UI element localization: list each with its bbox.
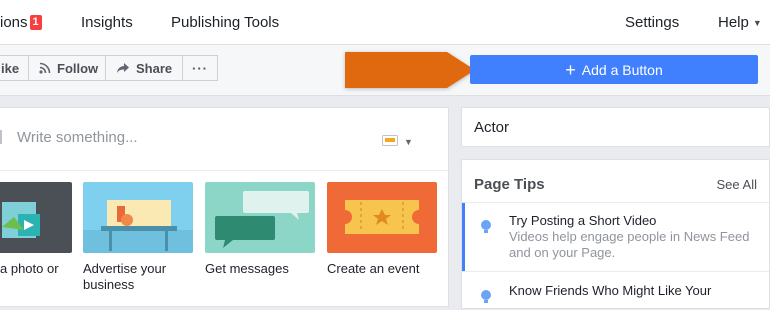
- more-options-button[interactable]: ···: [182, 55, 218, 81]
- see-all-link[interactable]: See All: [717, 177, 757, 192]
- share-button[interactable]: Share: [105, 55, 183, 81]
- event-tile-label: Create an event: [327, 261, 420, 276]
- lightbulb-icon: [480, 219, 492, 240]
- page-category[interactable]: Actor: [474, 119, 509, 136]
- messages-tile-label: Get messages: [205, 261, 289, 276]
- top-navigation: ions 1 Insights Publishing Tools Settings…: [0, 0, 770, 45]
- composer-divider: [0, 170, 449, 171]
- nav-help-label: Help: [718, 14, 749, 31]
- write-something-input[interactable]: Write something...: [17, 129, 138, 146]
- photo-tile[interactable]: [0, 182, 72, 253]
- audience-selector[interactable]: ▼: [382, 133, 413, 151]
- event-tile[interactable]: [327, 182, 437, 253]
- notification-badge: 1: [29, 15, 42, 30]
- nav-publishing-tools[interactable]: Publishing Tools: [171, 14, 279, 31]
- composer-edge: [0, 130, 2, 144]
- nav-notifications-label: ions: [0, 14, 28, 31]
- tip-body: Videos help engage people in News Feed a…: [509, 229, 750, 260]
- share-arrow-icon: [116, 62, 130, 74]
- follow-button[interactable]: Follow: [28, 55, 106, 81]
- add-a-button-label: Add a Button: [581, 61, 663, 78]
- nav-insights[interactable]: Insights: [81, 14, 133, 31]
- photo-tile-label: a photo or: [0, 261, 59, 276]
- tip-title: Try Posting a Short Video: [509, 213, 657, 228]
- page-tips-title: Page Tips: [474, 176, 545, 193]
- add-a-button[interactable]: + Add a Button: [470, 55, 758, 84]
- audience-chevron-icon: ▼: [404, 137, 413, 147]
- tip-title: Know Friends Who Might Like Your: [509, 283, 712, 298]
- like-button-label: ike: [1, 60, 20, 76]
- tips-divider: [462, 202, 769, 203]
- callout-arrow: [343, 50, 479, 90]
- like-button[interactable]: ike: [0, 55, 29, 81]
- emoji-icon: [382, 133, 398, 151]
- active-tip-indicator: [462, 203, 465, 271]
- chevron-down-icon: ▼: [752, 18, 762, 28]
- nav-settings[interactable]: Settings: [625, 14, 679, 31]
- follow-button-label: Follow: [57, 60, 99, 76]
- messages-tile[interactable]: [205, 182, 315, 253]
- page-category-card: Actor: [461, 107, 770, 147]
- more-options-label: ···: [192, 60, 208, 76]
- advertise-tile[interactable]: [83, 182, 193, 253]
- advertise-tile-label: Advertise your business: [83, 261, 167, 292]
- nav-help[interactable]: Help ▼: [718, 14, 762, 31]
- share-button-label: Share: [136, 60, 173, 76]
- tips-divider: [462, 271, 769, 272]
- nav-notifications[interactable]: ions 1: [0, 14, 42, 31]
- plus-icon: +: [565, 59, 576, 80]
- rss-icon: [39, 62, 51, 74]
